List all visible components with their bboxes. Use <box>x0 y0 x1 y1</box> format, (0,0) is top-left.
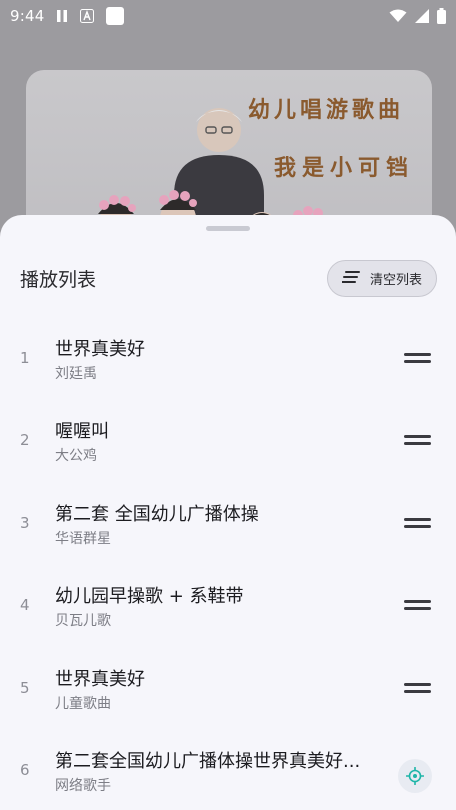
drag-handle-icon[interactable] <box>404 434 432 446</box>
drag-handle-icon[interactable] <box>404 517 432 529</box>
track-artist: 华语群星 <box>55 530 111 547</box>
track-title: 世界真美好 <box>55 339 145 360</box>
sheet-drag-handle[interactable] <box>206 226 250 231</box>
status-time: 9:44 <box>10 7 45 25</box>
track-artist: 贝瓦儿歌 <box>55 613 111 630</box>
track-index: 6 <box>20 760 30 779</box>
list-item[interactable]: 6 第二套全国幼儿广播体操世界真美好... 网络歌手 <box>0 727 456 809</box>
signal-icon <box>415 9 429 23</box>
track-title: 第二套 全国幼儿广播体操 <box>55 503 259 525</box>
pause-icon <box>56 9 68 23</box>
track-title: 喔喔叫 <box>55 421 109 443</box>
list-item[interactable]: 5 世界真美好 儿童歌曲 <box>0 645 456 727</box>
track-title: 幼儿园早操歌 + 系鞋带 <box>55 586 244 608</box>
playlist: 1 世界真美好 刘廷禹 2 喔喔叫 大公鸡 3 第二套 全国幼儿广播体操 华语群… <box>0 315 456 809</box>
track-index: 2 <box>20 431 30 450</box>
track-index: 3 <box>20 513 30 532</box>
track-artist: 刘廷禹 <box>55 366 97 382</box>
clear-list-button[interactable]: 清空列表 <box>327 260 437 297</box>
track-index: 4 <box>20 596 30 615</box>
locate-current-button[interactable] <box>398 758 432 793</box>
list-item[interactable]: 1 世界真美好 刘廷禹 <box>0 315 456 397</box>
list-item[interactable]: 4 幼儿园早操歌 + 系鞋带 贝瓦儿歌 <box>0 562 456 644</box>
status-bar: 9:44 <box>0 0 456 32</box>
list-item[interactable]: 3 第二套 全国幼儿广播体操 华语群星 <box>0 480 456 562</box>
drag-handle-icon[interactable] <box>404 599 432 611</box>
drag-handle-icon[interactable] <box>404 352 432 364</box>
battery-icon <box>437 8 446 24</box>
locate-icon <box>406 766 424 785</box>
track-artist: 儿童歌曲 <box>55 695 111 712</box>
track-artist: 网络歌手 <box>55 777 111 794</box>
track-index: 5 <box>20 678 30 697</box>
track-title: 世界真美好 <box>55 668 145 690</box>
drag-handle-icon[interactable] <box>404 682 432 694</box>
track-title: 第二套全国幼儿广播体操世界真美好... <box>55 750 361 772</box>
playlist-sheet: 播放列表 清空列表 1 世界真美好 刘廷禹 2 喔喔叫 大公鸡 3 第二套 全国… <box>0 215 456 810</box>
wifi-icon <box>389 9 407 23</box>
notification-a-icon <box>80 9 95 23</box>
track-index: 1 <box>20 349 30 367</box>
notification-square-icon <box>106 7 125 25</box>
list-clear-icon <box>340 269 360 288</box>
clear-list-label: 清空列表 <box>369 273 422 288</box>
sheet-title: 播放列表 <box>20 269 97 291</box>
list-item[interactable]: 2 喔喔叫 大公鸡 <box>0 397 456 479</box>
track-artist: 大公鸡 <box>55 448 97 465</box>
